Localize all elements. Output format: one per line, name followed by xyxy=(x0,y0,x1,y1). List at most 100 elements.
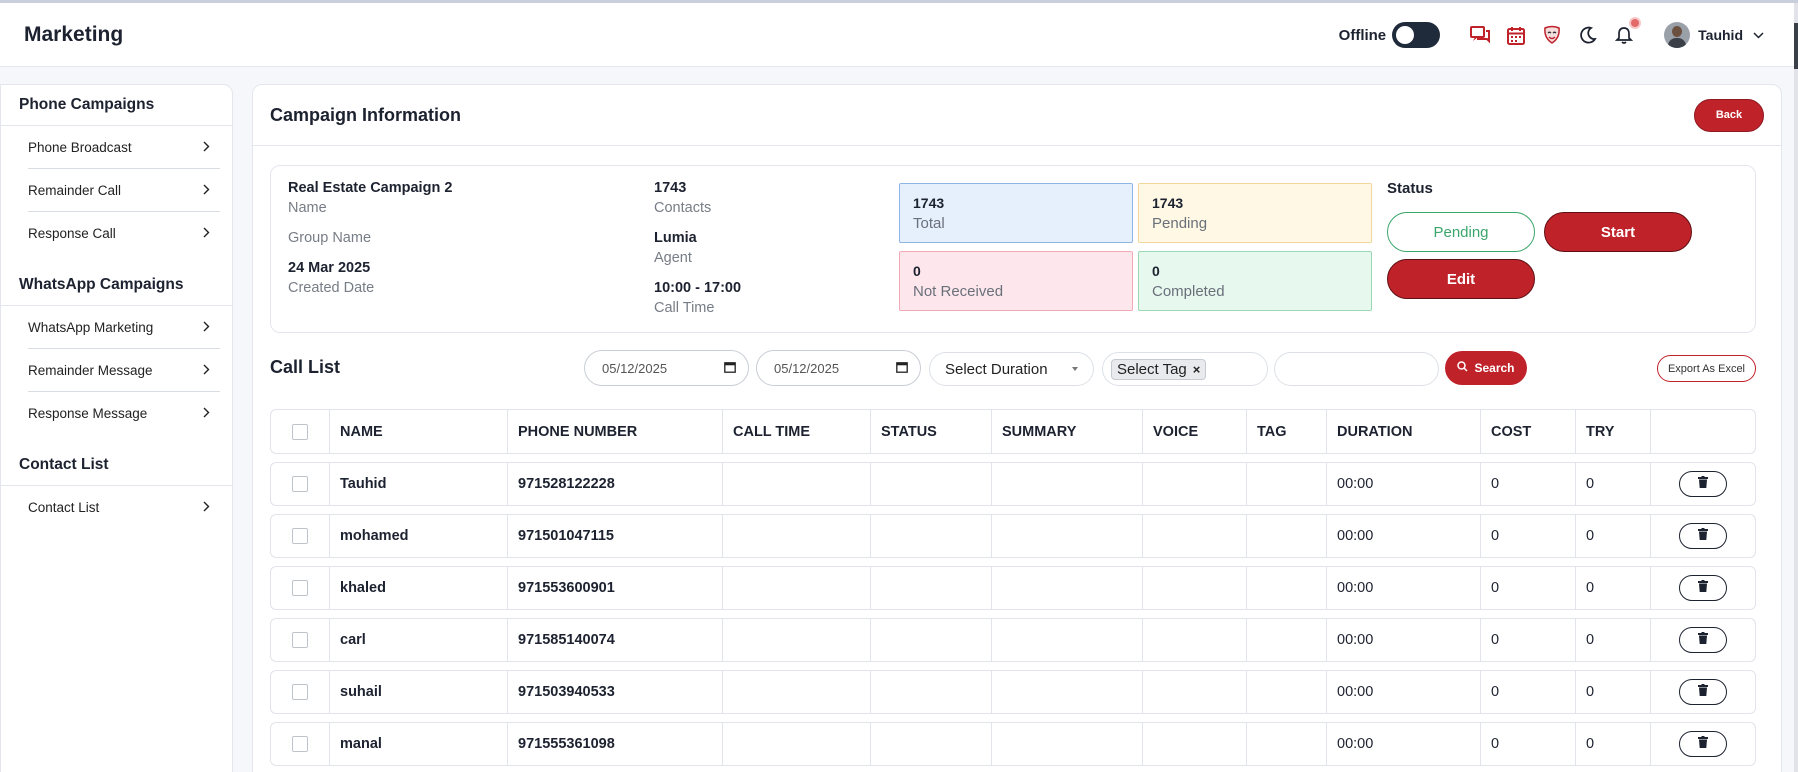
call-time-label: Call Time xyxy=(654,300,715,316)
cell-duration: 00:00 xyxy=(1326,723,1480,765)
row-select-cell xyxy=(271,619,329,661)
header-tag[interactable]: TAG xyxy=(1246,410,1326,453)
cell-status xyxy=(870,619,991,661)
cell-actions xyxy=(1650,671,1755,713)
row-checkbox[interactable] xyxy=(292,580,308,596)
tag-chip-label: Select Tag xyxy=(1117,360,1187,378)
delete-button[interactable] xyxy=(1679,679,1727,705)
sidebar-item-contact-list[interactable]: Contact List xyxy=(28,486,220,529)
header-cost[interactable]: COST xyxy=(1480,410,1575,453)
chevron-down-icon[interactable] xyxy=(1753,26,1764,44)
header-call-time[interactable]: CALL TIME xyxy=(722,410,870,453)
page-scrollbar[interactable] xyxy=(1794,3,1798,772)
row-checkbox[interactable] xyxy=(292,684,308,700)
sidebar-item-label: WhatsApp Marketing xyxy=(28,319,154,335)
user-name[interactable]: Tauhid xyxy=(1698,27,1743,43)
cell-tag xyxy=(1246,671,1326,713)
back-button[interactable]: Back xyxy=(1694,98,1764,132)
cell-summary xyxy=(991,463,1142,505)
campaign-name-label: Name xyxy=(288,200,327,216)
cell-cost: 0 xyxy=(1480,567,1575,609)
avatar[interactable] xyxy=(1664,22,1691,48)
sidebar-item-whatsapp-marketing[interactable]: WhatsApp Marketing xyxy=(28,306,220,349)
row-checkbox[interactable] xyxy=(292,736,308,752)
sidebar-section-title: WhatsApp Campaigns xyxy=(1,265,232,306)
cell-status xyxy=(870,463,991,505)
cell-call-time xyxy=(722,567,870,609)
header-name[interactable]: NAME xyxy=(329,410,507,453)
stat-total-label: Total xyxy=(913,215,945,232)
cell-name: manal xyxy=(329,723,507,765)
stat-pending-value: 1743 xyxy=(1152,195,1184,211)
delete-button[interactable] xyxy=(1679,471,1727,497)
chat-icon[interactable] xyxy=(1469,24,1491,46)
row-select-cell xyxy=(271,515,329,557)
delete-button[interactable] xyxy=(1679,731,1727,757)
cell-phone: 971501047115 xyxy=(507,515,722,557)
header-summary[interactable]: SUMMARY xyxy=(991,410,1142,453)
cell-cost: 0 xyxy=(1480,515,1575,557)
date-to-input[interactable]: 05/12/2025 xyxy=(756,350,921,386)
trash-icon xyxy=(1698,528,1708,544)
campaign-info-card: Real Estate Campaign 2 Name Group Name 2… xyxy=(270,165,1756,333)
agent-label: Agent xyxy=(654,250,692,266)
sidebar-item-phone-broadcast[interactable]: Phone Broadcast xyxy=(28,126,220,169)
sidebar-item-response-call[interactable]: Response Call xyxy=(28,212,220,255)
row-select-cell xyxy=(271,723,329,765)
bell-icon[interactable] xyxy=(1613,17,1642,46)
sidebar-item-response-message[interactable]: Response Message xyxy=(28,392,220,435)
header-phone-number[interactable]: PHONE NUMBER xyxy=(507,410,722,453)
status-badge: Pending xyxy=(1387,212,1535,252)
cell-summary xyxy=(991,515,1142,557)
cell-cost: 0 xyxy=(1480,671,1575,713)
row-checkbox[interactable] xyxy=(292,632,308,648)
mask-icon[interactable] xyxy=(1541,24,1563,46)
toggle-knob xyxy=(1396,26,1415,44)
sidebar-item-remainder-message[interactable]: Remainder Message xyxy=(28,349,220,392)
online-status-toggle[interactable] xyxy=(1392,22,1441,48)
cell-name: mohamed xyxy=(329,515,507,557)
sidebar-item-label: Phone Broadcast xyxy=(28,139,132,155)
tag-select[interactable]: Select Tag × xyxy=(1102,352,1268,386)
delete-button[interactable] xyxy=(1679,523,1727,549)
date-from-input[interactable]: 05/12/2025 xyxy=(584,350,749,386)
calendar-icon[interactable] xyxy=(724,361,736,376)
stat-not-received: 0 Not Received xyxy=(899,251,1133,311)
scrollbar-thumb[interactable] xyxy=(1794,23,1798,69)
edit-button[interactable]: Edit xyxy=(1387,259,1535,299)
moon-icon[interactable] xyxy=(1577,24,1599,46)
cell-cost: 0 xyxy=(1480,723,1575,765)
header-status[interactable]: STATUS xyxy=(870,410,991,453)
header-try[interactable]: TRY xyxy=(1575,410,1650,453)
select-all-cell xyxy=(271,410,329,453)
calendar-icon[interactable] xyxy=(1505,24,1527,46)
header-duration[interactable]: DURATION xyxy=(1326,410,1480,453)
sidebar-section-title: Phone Campaigns xyxy=(1,85,232,126)
table-row: khaled 971553600901 00:00 0 0 xyxy=(270,566,1756,610)
row-checkbox[interactable] xyxy=(292,476,308,492)
remove-tag-icon[interactable]: × xyxy=(1193,362,1201,377)
delete-button[interactable] xyxy=(1679,627,1727,653)
stat-total: 1743 Total xyxy=(899,183,1133,243)
sidebar-item-label: Contact List xyxy=(28,500,100,515)
stat-not-received-label: Not Received xyxy=(913,283,1004,300)
calendar-icon[interactable] xyxy=(896,361,908,376)
export-excel-button[interactable]: Export As Excel xyxy=(1657,355,1756,382)
sidebar-item-remainder-call[interactable]: Remainder Call xyxy=(28,169,220,212)
row-checkbox[interactable] xyxy=(292,528,308,544)
cell-call-time xyxy=(722,619,870,661)
header-voice[interactable]: VOICE xyxy=(1142,410,1246,453)
stat-pending-label: Pending xyxy=(1152,215,1208,232)
chevron-right-icon xyxy=(203,226,210,241)
select-all-checkbox[interactable] xyxy=(292,423,308,440)
search-button[interactable]: Search xyxy=(1445,351,1527,385)
start-button[interactable]: Start xyxy=(1544,212,1692,252)
delete-button[interactable] xyxy=(1679,575,1727,601)
cell-phone: 971585140074 xyxy=(507,619,722,661)
date-from-value: 05/12/2025 xyxy=(602,360,668,376)
table-row: suhail 971503940533 00:00 0 0 xyxy=(270,670,1756,714)
cell-actions xyxy=(1650,515,1755,557)
cell-try: 0 xyxy=(1575,515,1650,557)
duration-select[interactable]: Select Duration xyxy=(929,352,1094,386)
search-input[interactable] xyxy=(1274,352,1439,386)
